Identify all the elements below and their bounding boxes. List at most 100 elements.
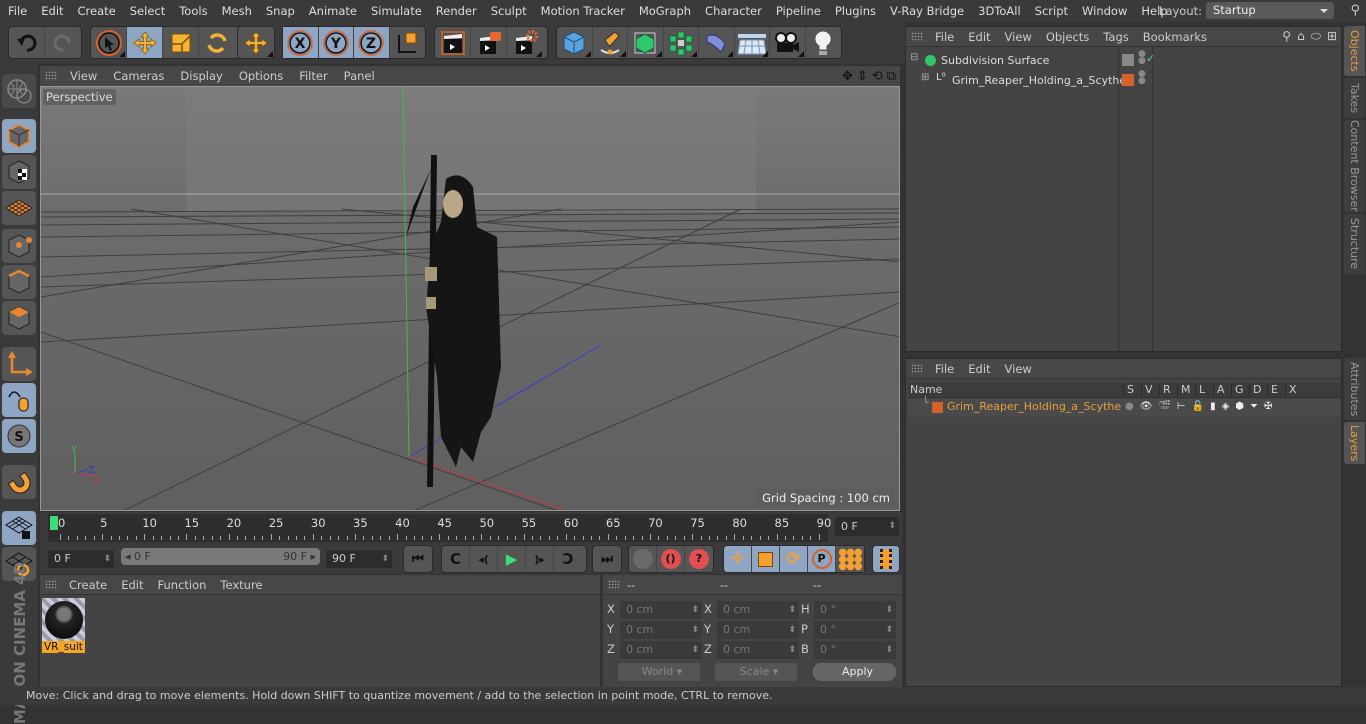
key-rotation-button[interactable]: ⟳ xyxy=(780,546,808,572)
visibility-dots-icon[interactable]: ● ● xyxy=(1138,70,1146,86)
menu-edit[interactable]: Edit xyxy=(34,4,70,18)
undo-button[interactable] xyxy=(9,27,45,58)
viewport-menu-panel[interactable]: Panel xyxy=(336,69,383,83)
zoom-view-icon[interactable]: ⇕ xyxy=(857,69,868,84)
menu-simulate[interactable]: Simulate xyxy=(364,4,429,18)
search-icon[interactable]: ⚲ xyxy=(1282,29,1291,44)
layer-menu-view[interactable]: View xyxy=(998,362,1039,376)
autokey-button[interactable]: () xyxy=(657,546,685,572)
layer-column-r[interactable]: R xyxy=(1159,383,1171,396)
filter-icon[interactable]: ⬭ xyxy=(1311,29,1321,44)
goto-start-button[interactable]: ⏮ xyxy=(404,546,432,572)
menu-create[interactable]: Create xyxy=(71,4,123,18)
menu-script[interactable]: Script xyxy=(1028,4,1075,18)
redo-button[interactable] xyxy=(45,27,81,58)
viewport-menu-cameras[interactable]: Cameras xyxy=(105,69,172,83)
menu-select[interactable]: Select xyxy=(123,4,172,18)
current-frame-field[interactable]: 0 F xyxy=(835,517,899,536)
light-button[interactable] xyxy=(806,27,841,58)
menu-mograph[interactable]: MoGraph xyxy=(632,4,698,18)
menu-plugins[interactable]: Plugins xyxy=(828,4,883,18)
deformer-button[interactable] xyxy=(699,27,735,58)
object-menu-objects[interactable]: Objects xyxy=(1039,30,1096,44)
axis-mode-button[interactable] xyxy=(2,347,36,381)
timeline-window-button[interactable] xyxy=(873,546,899,572)
maximize-view-icon[interactable]: ⧉ xyxy=(887,69,896,84)
render-view-button[interactable] xyxy=(435,27,471,58)
object-menu-bookmarks[interactable]: Bookmarks xyxy=(1136,30,1214,44)
rotate-tool-button[interactable] xyxy=(199,27,235,58)
x-axis-button[interactable]: X xyxy=(283,27,319,58)
layer-row[interactable]: └ Grim_Reaper_Holding_a_Scythe ● 👁 🎬 ⊢ 🔓… xyxy=(908,396,1341,417)
coord-h-field[interactable]: 0 ° xyxy=(814,601,896,619)
solo-toggle-icon[interactable]: ● xyxy=(1125,401,1134,412)
menu-motion-tracker[interactable]: Motion Tracker xyxy=(534,4,632,18)
collapse-icon[interactable]: ⊟ xyxy=(910,52,918,63)
scale-tool-button[interactable] xyxy=(163,27,199,58)
layer-column-s[interactable]: S xyxy=(1123,383,1134,396)
layer-menu-file[interactable]: File xyxy=(928,362,961,376)
layer-column-g[interactable]: G xyxy=(1231,383,1244,396)
menu-animate[interactable]: Animate xyxy=(302,4,364,18)
start-frame-field[interactable]: 0 F xyxy=(48,550,114,568)
live-selection-move-button[interactable] xyxy=(238,27,274,58)
cloner-button[interactable] xyxy=(664,27,699,58)
layer-icon[interactable] xyxy=(1122,54,1134,66)
object-menu-edit[interactable]: Edit xyxy=(961,30,997,44)
timeline-ruler[interactable]: 0 5 10 15 20 25 30 35 40 45 50 55 60 65 70 75 80 85 90 xyxy=(48,514,831,542)
object-row[interactable]: ⊞ L⁰ Grim_Reaper_Holding_a_Scythe ● ● xyxy=(906,70,1341,91)
layer-column-m[interactable]: M xyxy=(1177,383,1191,396)
coord-p-field[interactable]: 0 ° xyxy=(814,621,896,639)
coord-y-field[interactable]: 0 cm xyxy=(717,621,799,639)
next-frame-button[interactable]: )▸ xyxy=(526,546,554,572)
new-window-icon[interactable]: ⊞ xyxy=(1327,29,1337,44)
menu-tools[interactable]: Tools xyxy=(172,4,214,18)
render-picture-viewer-button[interactable] xyxy=(471,27,507,58)
enabled-check-icon[interactable]: ✓ xyxy=(1146,52,1155,65)
key-parameter-button[interactable]: P xyxy=(808,546,836,572)
visibility-dots-icon[interactable]: ● ● xyxy=(1138,50,1146,66)
menu-render[interactable]: Render xyxy=(429,4,484,18)
layer-column-v[interactable]: V xyxy=(1141,383,1153,396)
tab-objects[interactable]: Objects xyxy=(1344,26,1365,76)
prev-frame-button[interactable]: ◂( xyxy=(470,546,498,572)
viewport-menu-view[interactable]: View xyxy=(62,69,105,83)
tab-attributes[interactable]: Attributes xyxy=(1344,358,1365,420)
grip-handle[interactable] xyxy=(911,363,923,374)
tab-structure[interactable]: Structure xyxy=(1344,214,1365,274)
lock-workplane-button[interactable] xyxy=(2,511,36,545)
coord-z-field[interactable]: 0 cm xyxy=(620,641,702,659)
tweak-mode-button[interactable] xyxy=(2,383,36,417)
layer-color-swatch[interactable] xyxy=(932,402,943,413)
pan-view-icon[interactable]: ✥ xyxy=(842,69,853,84)
coord-x-field[interactable]: 0 cm xyxy=(717,601,799,619)
workplane-mode-button[interactable] xyxy=(2,191,36,225)
next-key-button[interactable]: Ↄ xyxy=(554,546,582,572)
grip-handle[interactable] xyxy=(911,31,923,42)
layer-column-a[interactable]: A xyxy=(1213,383,1225,396)
lock-toggle-icon[interactable]: 🔓 xyxy=(1192,401,1204,412)
deformers-toggle-icon[interactable]: ⬢ xyxy=(1235,401,1244,412)
layer-column-l[interactable]: L xyxy=(1195,383,1205,396)
object-menu-view[interactable]: View xyxy=(998,30,1039,44)
xref-toggle-icon[interactable]: ✠ xyxy=(1264,401,1272,412)
grip-handle[interactable] xyxy=(45,579,57,590)
y-axis-button[interactable]: Y xyxy=(318,27,354,58)
menu-3dtoall[interactable]: 3DToAll xyxy=(971,4,1028,18)
tab-content-browser[interactable]: Content Browser xyxy=(1344,120,1365,212)
menu-v-ray-bridge[interactable]: V-Ray Bridge xyxy=(883,4,971,18)
search-icon[interactable]: ⚲ xyxy=(1350,3,1360,18)
render-toggle-icon[interactable]: 🎬 xyxy=(1158,401,1170,412)
grip-handle[interactable] xyxy=(45,71,57,81)
material-item[interactable]: VR_suit xyxy=(42,598,85,656)
viewport-menu-filter[interactable]: Filter xyxy=(291,69,335,83)
frame-range-slider[interactable]: ◂ 0 F 90 F ▸ xyxy=(121,548,320,565)
menu-sculpt[interactable]: Sculpt xyxy=(484,4,534,18)
coordinate-type-dropdown[interactable]: Scale ▾ xyxy=(715,663,797,681)
layer-menu-edit[interactable]: Edit xyxy=(961,362,997,376)
coord-b-field[interactable]: 0 ° xyxy=(814,641,896,659)
render-settings-button[interactable] xyxy=(507,27,543,58)
material-menu-edit[interactable]: Edit xyxy=(114,578,150,592)
coordinate-system-button[interactable] xyxy=(390,27,425,58)
layer-column-d[interactable]: D xyxy=(1249,383,1261,396)
